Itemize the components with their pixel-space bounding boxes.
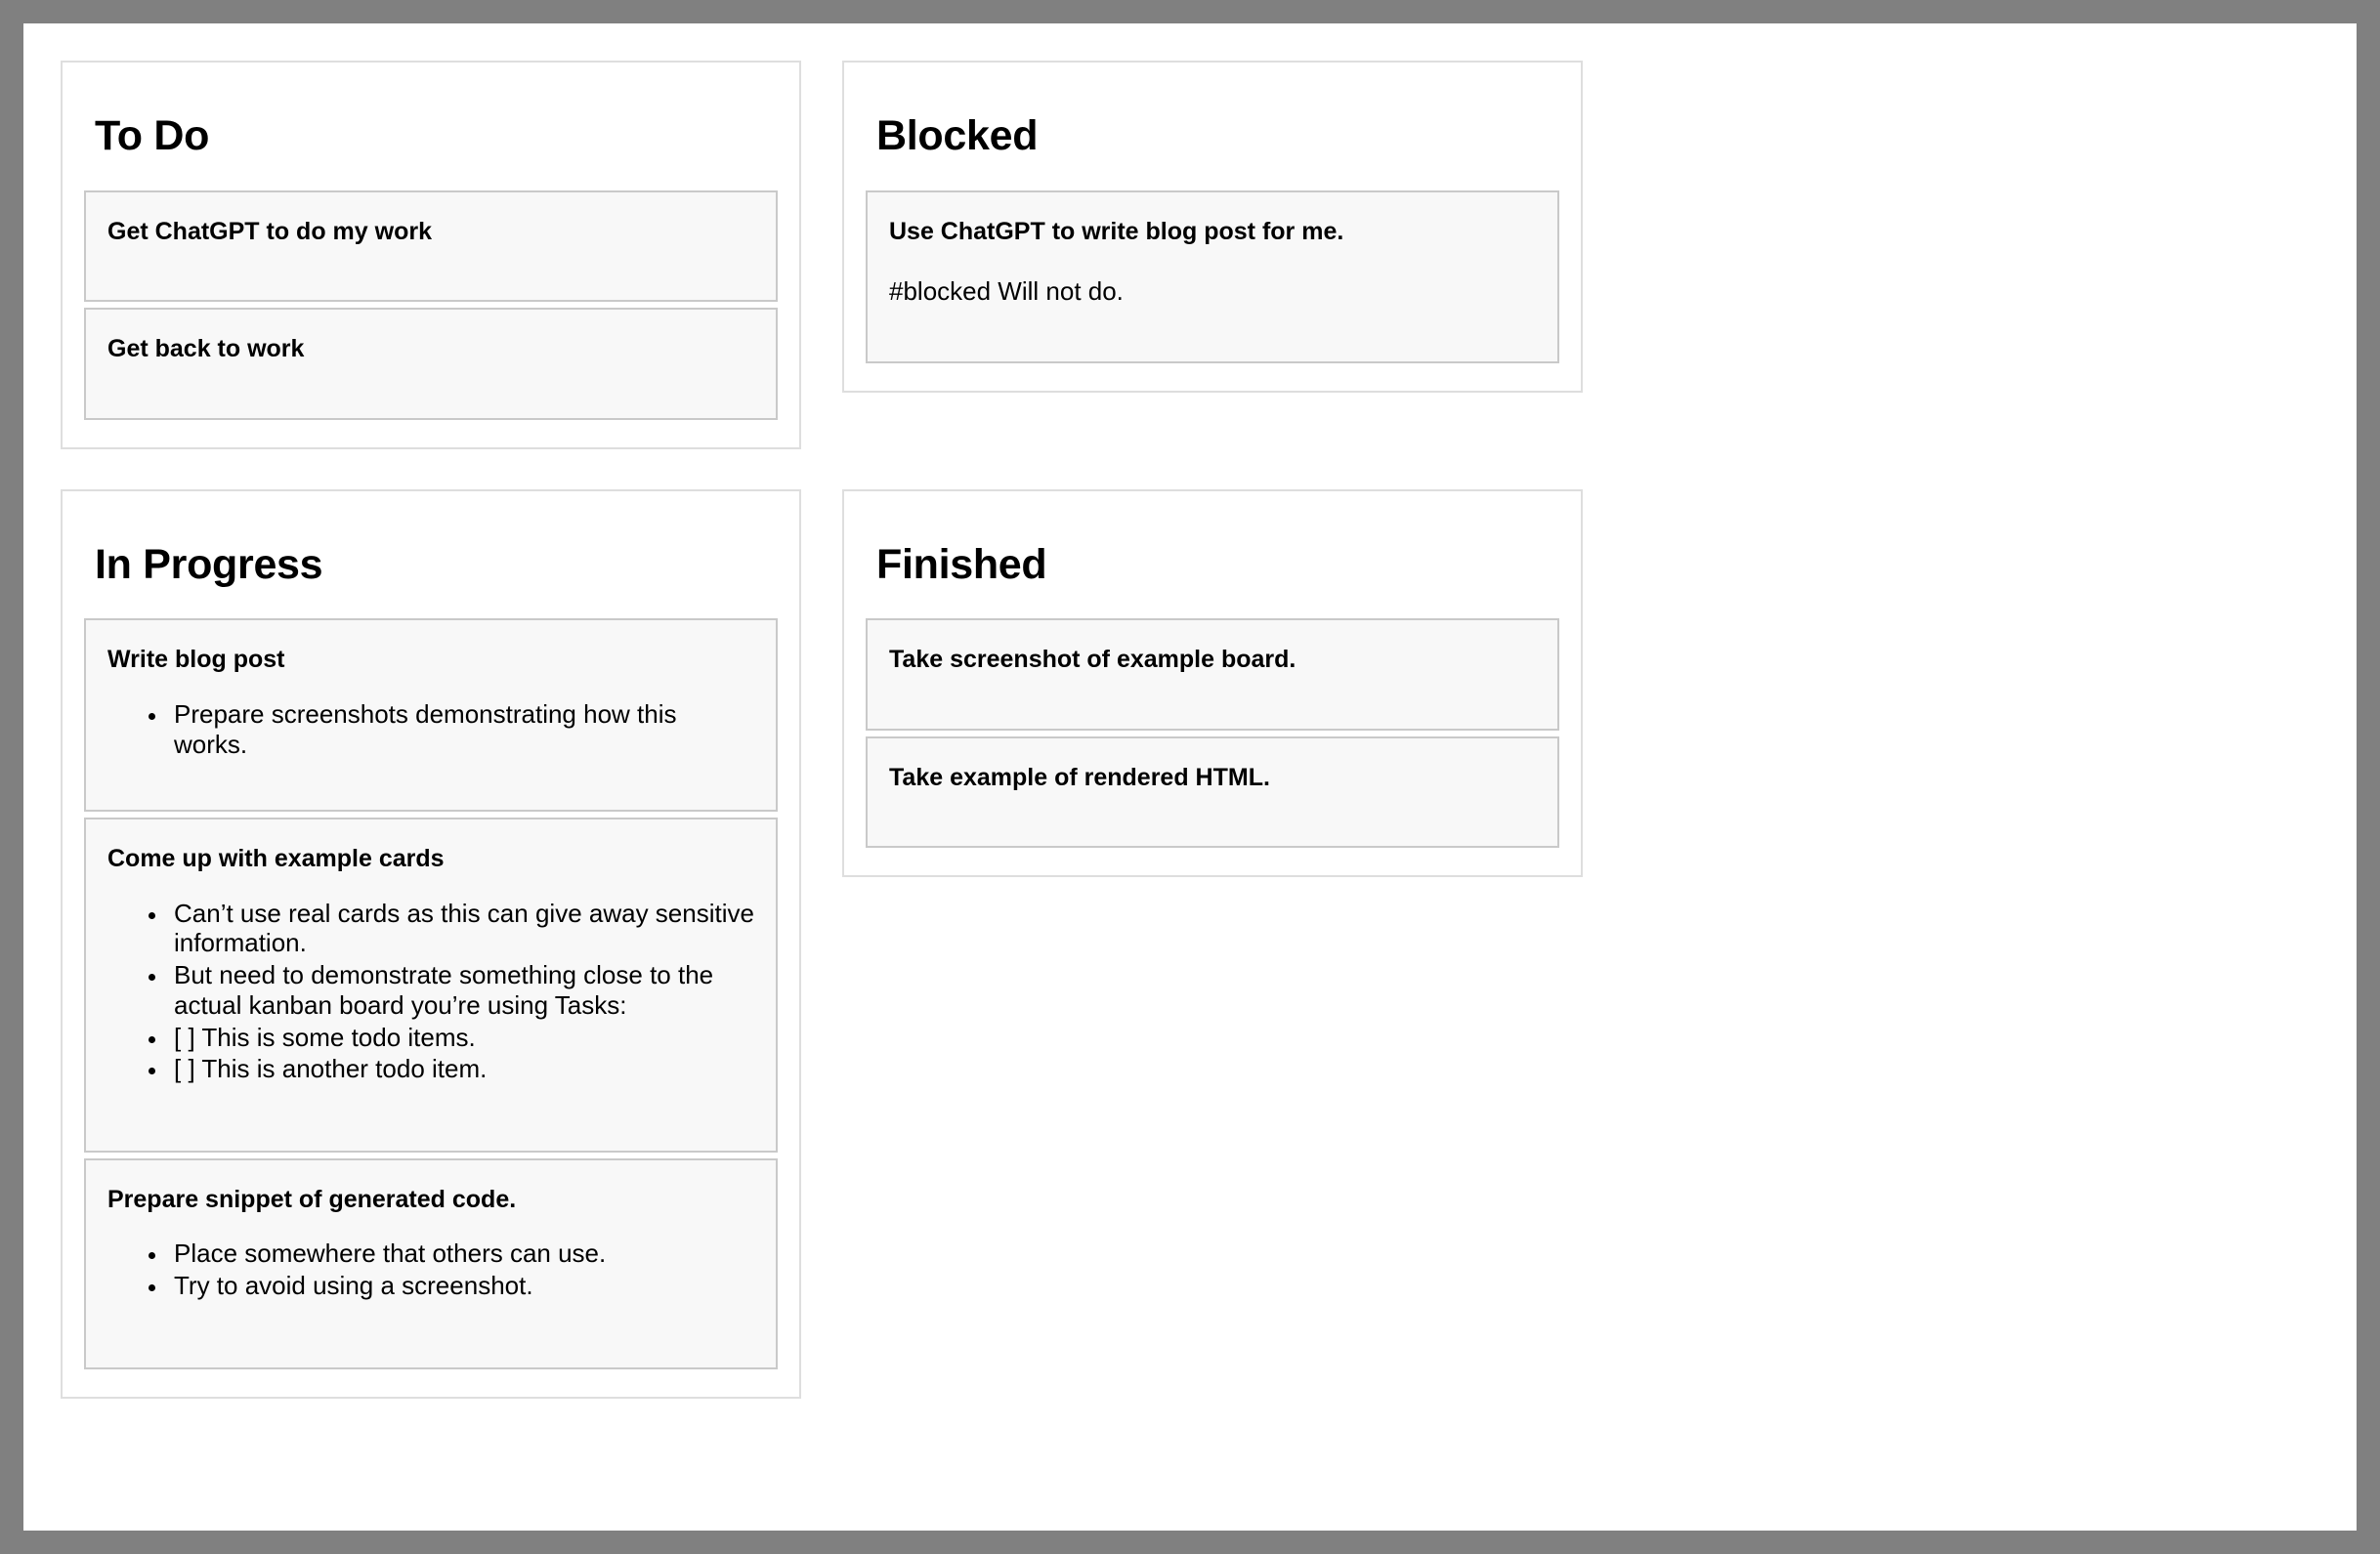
card-title: Come up with example cards	[107, 845, 445, 873]
kanban-card[interactable]: Prepare snippet of generated code. Place…	[84, 1157, 778, 1369]
card-spacer	[889, 315, 1536, 340]
kanban-card[interactable]: Get ChatGPT to do my work	[84, 189, 778, 303]
column-title: In Progress	[95, 540, 323, 588]
card-title: Write blog post	[107, 646, 285, 674]
kanban-board: To Do Get ChatGPT to do my work Get back…	[61, 61, 2327, 1399]
card-list: Write blog post Prepare screenshots demo…	[84, 618, 778, 1369]
page-canvas: To Do Get ChatGPT to do my work Get back…	[23, 23, 2357, 1531]
card-spacer	[889, 799, 1536, 824]
card-bullet-item: Can’t use real cards as this can give aw…	[168, 899, 754, 958]
column-title: Blocked	[876, 112, 1039, 159]
card-bullet-item: Prepare screenshots demonstrating how th…	[168, 699, 754, 759]
kanban-card[interactable]: Take example of rendered HTML.	[866, 735, 1559, 849]
card-bullet-item: Place somewhere that others can use.	[168, 1239, 754, 1269]
card-title: Get back to work	[107, 335, 305, 363]
card-bullet-list: Can’t use real cards as this can give aw…	[107, 899, 754, 1084]
card-list: Use ChatGPT to write blog post for me. #…	[866, 189, 1559, 363]
card-title: Use ChatGPT to write blog post for me.	[889, 217, 1344, 245]
card-bullet-item: Try to avoid using a screenshot.	[168, 1271, 754, 1301]
card-title: Take screenshot of example board.	[889, 646, 1296, 674]
card-bullet-item: [ ] This is some todo items.	[168, 1023, 754, 1053]
kanban-column-blocked[interactable]: Blocked Use ChatGPT to write blog post f…	[842, 61, 1583, 393]
card-title: Take example of rendered HTML.	[889, 763, 1270, 791]
kanban-card[interactable]: Get back to work	[84, 308, 778, 420]
card-list: Get ChatGPT to do my work Get back to wo…	[84, 189, 778, 420]
card-spacer	[107, 763, 754, 788]
card-bullet-list: Place somewhere that others can use. Try…	[107, 1239, 754, 1300]
card-bullet-list: Prepare screenshots demonstrating how th…	[107, 699, 754, 759]
card-spacer	[107, 253, 754, 278]
card-body-text: #blocked Will not do.	[889, 276, 1124, 307]
kanban-card[interactable]: Use ChatGPT to write blog post for me. #…	[866, 189, 1559, 363]
card-title: Get ChatGPT to do my work	[107, 217, 432, 245]
card-bullet-item: [ ] This is another todo item.	[168, 1054, 754, 1084]
card-title: Prepare snippet of generated code.	[107, 1185, 517, 1213]
kanban-card[interactable]: Take screenshot of example board.	[866, 618, 1559, 731]
card-list: Take screenshot of example board. Take e…	[866, 618, 1559, 849]
kanban-card[interactable]: Come up with example cards Can’t use rea…	[84, 818, 778, 1153]
card-spacer	[107, 371, 754, 397]
card-bullet-item: But need to demonstrate something close …	[168, 960, 754, 1020]
kanban-column-finished[interactable]: Finished Take screenshot of example boar…	[842, 488, 1583, 878]
card-spacer	[889, 682, 1536, 707]
kanban-column-to-do[interactable]: To Do Get ChatGPT to do my work Get back…	[61, 61, 801, 449]
kanban-column-in-progress[interactable]: In Progress Write blog post Prepare scre…	[61, 488, 801, 1399]
column-title: To Do	[95, 112, 210, 159]
card-spacer	[107, 1088, 754, 1129]
kanban-card[interactable]: Write blog post Prepare screenshots demo…	[84, 618, 778, 813]
column-title: Finished	[876, 540, 1047, 588]
card-spacer	[107, 1305, 754, 1346]
